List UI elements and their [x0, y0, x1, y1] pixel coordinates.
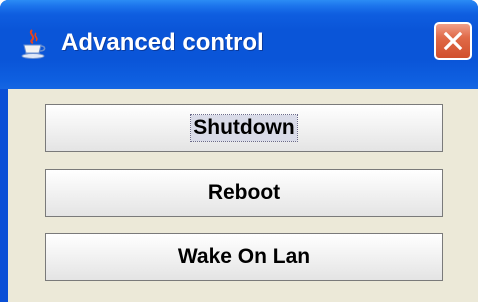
java-cup-icon [21, 28, 47, 60]
reboot-button-label: Reboot [207, 181, 281, 204]
close-x-icon [443, 31, 463, 51]
window-title: Advanced control [61, 29, 264, 56]
shutdown-button[interactable]: Shutdown [45, 104, 443, 152]
title-bar[interactable]: Advanced control [0, 0, 478, 89]
close-button[interactable] [434, 22, 472, 60]
dialog-content: Shutdown Reboot Wake On Lan [8, 89, 478, 302]
reboot-button[interactable]: Reboot [45, 169, 443, 217]
advanced-control-dialog: Advanced control Shutdown Reboot Wake On… [0, 0, 478, 302]
wake-on-lan-button-label: Wake On Lan [177, 245, 311, 268]
wake-on-lan-button[interactable]: Wake On Lan [45, 233, 443, 281]
shutdown-button-label: Shutdown [190, 114, 298, 142]
